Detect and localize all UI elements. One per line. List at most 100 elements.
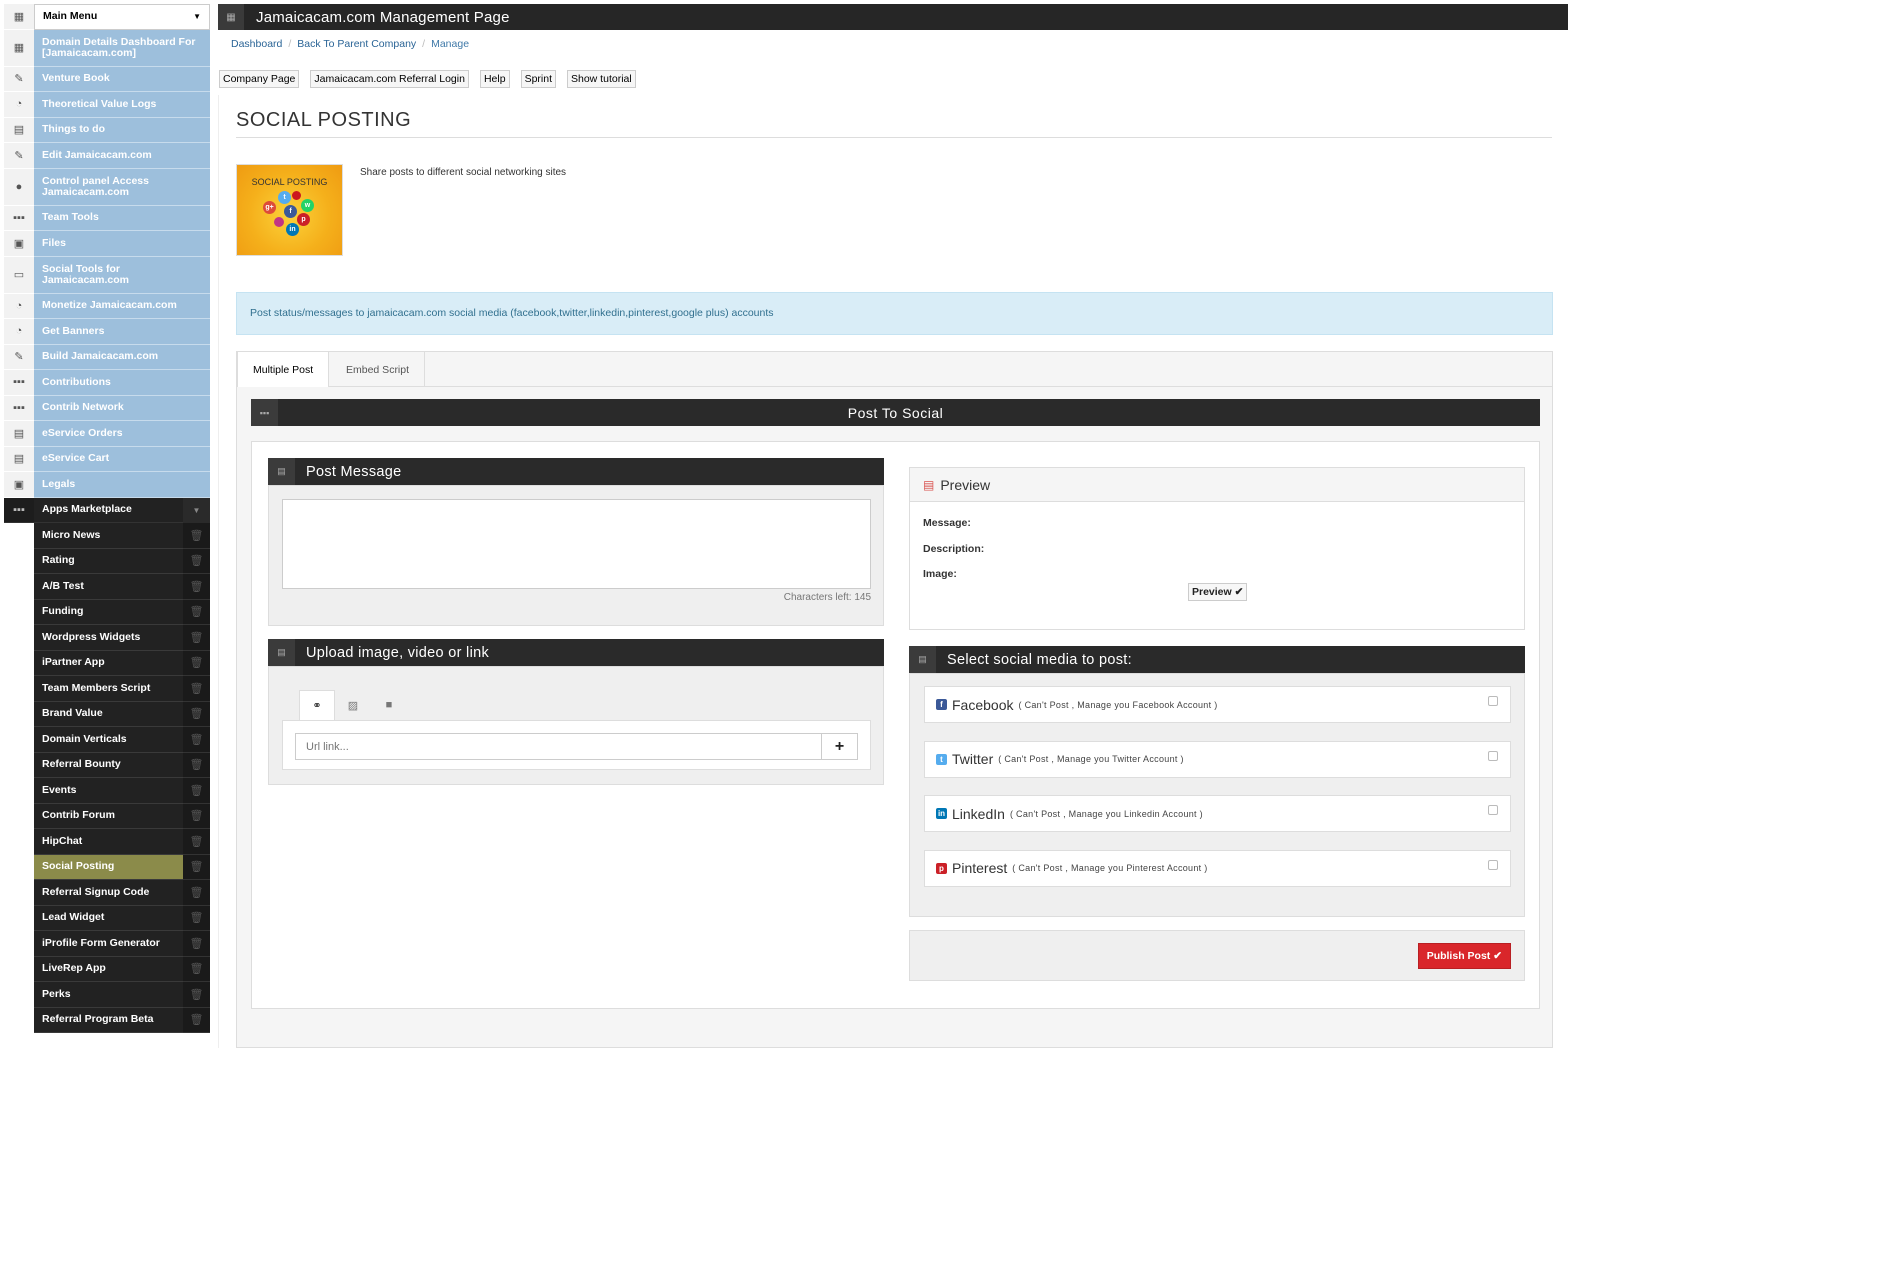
sidebar-toggle-icon[interactable]: ▦ [218, 4, 244, 30]
app-item[interactable]: Micro News 🗑 [4, 523, 210, 549]
app-item[interactable]: Domain Verticals 🗑 [4, 727, 210, 753]
sidebar-item[interactable]: ✎ Build Jamaicacam.com [4, 344, 210, 370]
trash-icon[interactable]: 🗑 [183, 880, 210, 906]
sidebar-item[interactable]: ▭ Social Tools for Jamaicacam.com [4, 256, 210, 294]
sprint-button[interactable]: Sprint [520, 70, 556, 88]
pie-chart-icon: ◔ [4, 293, 34, 319]
sidebar-item[interactable]: ▪▪▪ Contributions [4, 370, 210, 396]
app-item[interactable]: iProfile Form Generator 🗑 [4, 931, 210, 957]
trash-icon[interactable]: 🗑 [183, 854, 210, 880]
post-message-title: Post Message [306, 463, 402, 480]
add-url-button[interactable]: + [821, 733, 858, 760]
network-status-note[interactable]: ( Can't Post , Manage you Facebook Accou… [1018, 700, 1217, 710]
trash-icon[interactable]: 🗑 [183, 574, 210, 600]
publish-post-button[interactable]: Publish Post ✔ [1417, 943, 1511, 969]
trash-icon[interactable]: 🗑 [183, 599, 210, 625]
trash-icon[interactable]: 🗑 [183, 829, 210, 855]
pie-chart-icon: ◔ [4, 319, 34, 345]
app-item[interactable]: Contrib Forum 🗑 [4, 803, 210, 829]
sidebar-item[interactable]: ◔ Theoretical Value Logs [4, 92, 210, 118]
sidebar-item[interactable]: ▦ Domain Details Dashboard For [Jamaicaca… [4, 29, 210, 67]
show-tutorial-button[interactable]: Show tutorial [567, 70, 636, 88]
spacer [4, 752, 34, 778]
network-checkbox[interactable] [1488, 750, 1498, 761]
trash-icon[interactable]: 🗑 [183, 1007, 210, 1033]
sidebar-item[interactable]: ✎ Edit Jamaicacam.com [4, 143, 210, 169]
app-item[interactable]: Social Posting 🗑 [4, 854, 210, 880]
sidebar-item[interactable]: ◔ Monetize Jamaicacam.com [4, 293, 210, 319]
app-item[interactable]: Events 🗑 [4, 778, 210, 804]
breadcrumb-dashboard[interactable]: Dashboard [231, 38, 282, 50]
trash-icon[interactable]: 🗑 [183, 625, 210, 651]
sidebar-item[interactable]: ▪▪▪ Contrib Network [4, 395, 210, 421]
sidebar-item[interactable]: ◔ Get Banners [4, 319, 210, 345]
trash-icon[interactable]: 🗑 [183, 803, 210, 829]
breadcrumb: Dashboard / Back To Parent Company / Manage [231, 38, 470, 50]
app-item[interactable]: Perks 🗑 [4, 982, 210, 1008]
app-item[interactable]: Lead Widget 🗑 [4, 905, 210, 931]
app-item[interactable]: Brand Value 🗑 [4, 701, 210, 727]
trash-icon[interactable]: 🗑 [183, 676, 210, 702]
network-checkbox[interactable] [1488, 696, 1498, 706]
app-item[interactable]: Referral Signup Code 🗑 [4, 880, 210, 906]
trash-icon[interactable]: 🗑 [183, 956, 210, 982]
sidebar-item[interactable]: ▤ Things to do [4, 117, 210, 143]
main-menu-dropdown[interactable]: ▦ Main Menu ▼ [4, 4, 210, 30]
video-tab[interactable]: ■ [371, 690, 407, 720]
link-tab[interactable]: ⚭ [299, 690, 335, 720]
app-item-label: A/B Test [34, 574, 183, 600]
network-status-note[interactable]: ( Can't Post , Manage you Twitter Accoun… [998, 754, 1184, 764]
sidebar-item-label: Social Tools for Jamaicacam.com [34, 256, 210, 294]
select-social-header: ▤ Select social media to post: [909, 646, 1525, 673]
app-item[interactable]: HipChat 🗑 [4, 829, 210, 855]
network-checkbox[interactable] [1488, 805, 1498, 815]
sidebar-item[interactable]: ▤ eService Orders [4, 421, 210, 447]
company-page-button[interactable]: Company Page [219, 70, 300, 88]
network-status-note[interactable]: ( Can't Post , Manage you Pinterest Acco… [1012, 863, 1207, 873]
page-title: SOCIAL POSTING [236, 109, 412, 131]
app-item[interactable]: Funding 🗑 [4, 599, 210, 625]
url-link-input[interactable] [295, 733, 822, 760]
app-item-label: Domain Verticals [34, 727, 183, 753]
trash-icon[interactable]: 🗑 [183, 752, 210, 778]
image-tab[interactable]: ▨ [335, 690, 371, 720]
app-item[interactable]: Wordpress Widgets 🗑 [4, 625, 210, 651]
trash-icon[interactable]: 🗑 [183, 548, 210, 574]
sidebar-item-label: Venture Book [34, 66, 210, 92]
post-message-textarea[interactable] [282, 499, 871, 589]
help-button[interactable]: Help [479, 70, 510, 88]
app-item[interactable]: Rating 🗑 [4, 548, 210, 574]
app-item[interactable]: Team Members Script 🗑 [4, 676, 210, 702]
spacer [4, 625, 34, 651]
trash-icon[interactable]: 🗑 [183, 982, 210, 1008]
trash-icon[interactable]: 🗑 [183, 905, 210, 931]
sidebar-item[interactable]: ✎ Venture Book [4, 66, 210, 92]
referral-login-button[interactable]: Jamaicacam.com Referral Login [310, 70, 469, 88]
tab-multiple-post[interactable]: Multiple Post [237, 351, 330, 388]
app-item[interactable]: LiveRep App 🗑 [4, 956, 210, 982]
logo-text: SOCIAL POSTING [251, 177, 328, 187]
trash-icon[interactable]: 🗑 [183, 931, 210, 957]
app-item[interactable]: Referral Bounty 🗑 [4, 752, 210, 778]
network-checkbox[interactable] [1488, 859, 1498, 870]
trash-icon[interactable]: 🗑 [183, 650, 210, 676]
tab-embed-script[interactable]: Embed Script [331, 351, 426, 388]
sidebar-item[interactable]: ● Control panel Access Jamaicacam.com [4, 168, 210, 206]
app-item[interactable]: A/B Test 🗑 [4, 574, 210, 600]
preview-button[interactable]: Preview ✔ [1188, 583, 1248, 601]
sidebar-item[interactable]: ▣ Files [4, 231, 210, 257]
sidebar-item[interactable]: ▣ Legals [4, 472, 210, 498]
breadcrumb-parent[interactable]: Back To Parent Company [297, 38, 416, 50]
tab-strip: Multiple Post Embed Script [236, 351, 1553, 388]
trash-icon[interactable]: 🗑 [183, 778, 210, 804]
apps-marketplace-dropdown[interactable]: ▪▪▪ Apps Marketplace ▼ [4, 497, 210, 523]
trash-icon[interactable]: 🗑 [183, 523, 210, 549]
app-item[interactable]: iPartner App 🗑 [4, 650, 210, 676]
sidebar-item[interactable]: ▤ eService Cart [4, 446, 210, 472]
network-status-note[interactable]: ( Can't Post , Manage you Linkedin Accou… [1010, 809, 1203, 819]
trash-icon[interactable]: 🗑 [183, 701, 210, 727]
trash-icon[interactable]: 🗑 [183, 727, 210, 753]
sidebar-item[interactable]: ▪▪▪ Team Tools [4, 205, 210, 231]
app-item[interactable]: Referral Program Beta 🗑 [4, 1007, 210, 1033]
post-message-panel: Characters left: 145 [268, 485, 884, 626]
